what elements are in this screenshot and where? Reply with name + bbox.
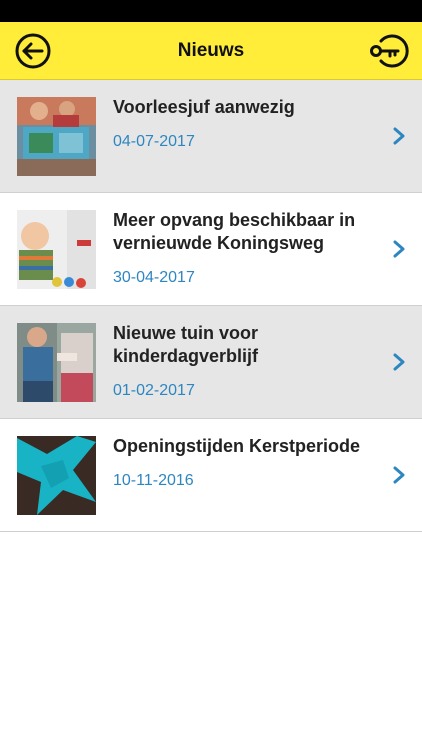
- news-item[interactable]: Openingstijden Kerstperiode 10-11-2016: [0, 419, 422, 532]
- news-date: 04-07-2017: [113, 133, 195, 150]
- news-thumbnail: [17, 436, 96, 515]
- news-title: Nieuwe tuin voor kinderdagverblijf: [113, 323, 259, 366]
- news-date: 30-04-2017: [113, 269, 195, 286]
- chevron-right-icon: [393, 240, 405, 258]
- login-key-button[interactable]: [366, 32, 412, 70]
- news-item[interactable]: Meer opvang beschikbaar in vernieuwde Ko…: [0, 193, 422, 306]
- key-icon: [370, 34, 409, 68]
- news-title: Meer opvang beschikbaar in vernieuwde Ko…: [113, 210, 356, 253]
- chevron-right-icon: [393, 466, 405, 484]
- news-thumbnail: [17, 97, 96, 176]
- news-date: 10-11-2016: [113, 472, 194, 489]
- news-thumbnail: [17, 210, 96, 289]
- news-title: Openingstijden Kerstperiode: [113, 436, 361, 456]
- news-item[interactable]: Voorleesjuf aanwezig 04-07-2017: [0, 80, 422, 193]
- news-date: 01-02-2017: [113, 382, 195, 399]
- app-header: Nieuws: [0, 22, 422, 80]
- chevron-right-icon: [393, 353, 405, 371]
- news-item[interactable]: Nieuwe tuin voor kinderdagverblijf 01-02…: [0, 306, 422, 419]
- page-title: Nieuws: [177, 39, 245, 61]
- news-title: Voorleesjuf aanwezig: [113, 97, 295, 117]
- chevron-right-icon: [393, 127, 405, 145]
- news-list: Voorleesjuf aanwezig 04-07-2017 Meer opv: [0, 80, 422, 532]
- status-bar: [0, 0, 422, 22]
- news-thumbnail: [17, 323, 96, 402]
